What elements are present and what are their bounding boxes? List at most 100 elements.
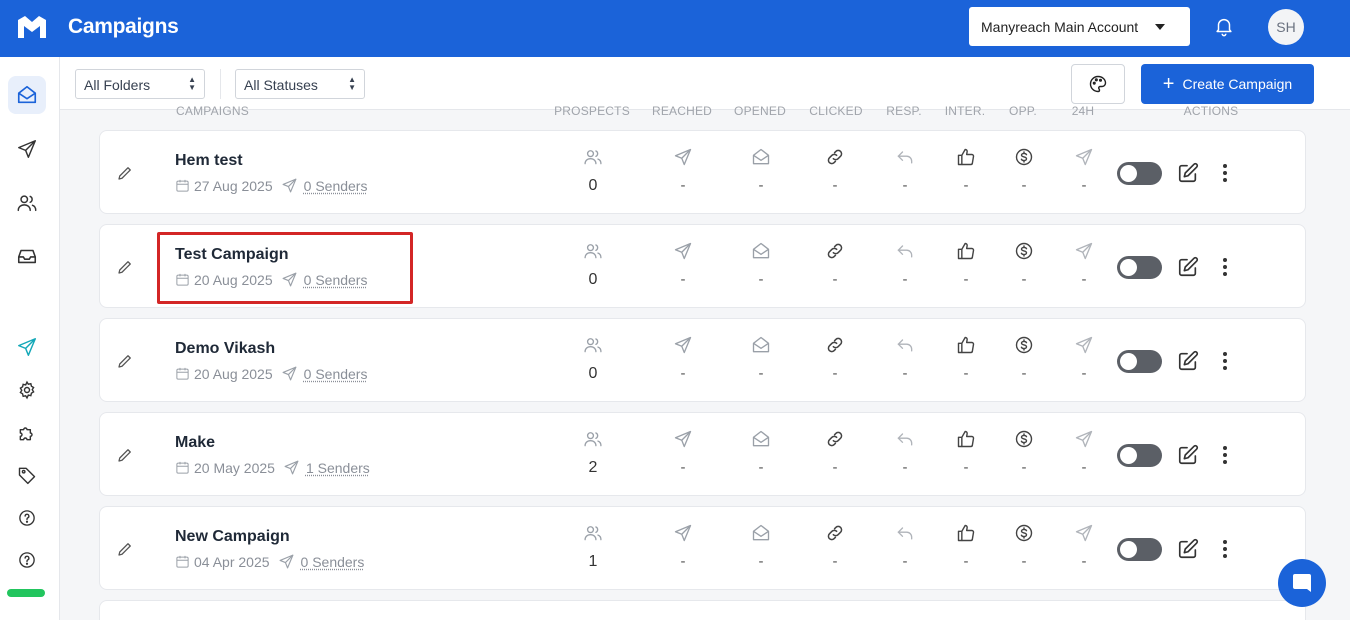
theme-button[interactable] [1071,64,1125,104]
campaign-senders[interactable]: 0 Senders [301,554,365,570]
metric-opened: - [759,365,764,382]
campaign-senders[interactable]: 1 Senders [306,460,370,476]
more-vertical-icon[interactable] [1215,256,1235,278]
campaign-date: 20 Aug 2025 [194,366,273,382]
send-icon [281,271,298,288]
reply-icon [895,335,915,355]
create-campaign-button[interactable]: + Create Campaign [1141,64,1314,104]
divider [220,69,221,99]
metric-h24: - [1082,553,1087,570]
metric-resp: - [903,553,908,570]
pencil-icon[interactable] [116,540,134,558]
metric-h24: - [1082,365,1087,382]
sidebar-item-inbox[interactable] [8,237,46,275]
campaign-toggle[interactable] [1117,444,1162,467]
campaign-toggle[interactable] [1117,162,1162,185]
campaign-card[interactable]: New Campaign 04 Apr 2025 0 Senders 1 - - - - - - - [99,506,1306,590]
campaign-senders[interactable]: 0 Senders [304,366,368,382]
campaign-name[interactable]: Demo Vikash [175,340,275,358]
campaign-card-partial[interactable] [99,600,1306,620]
campaign-name[interactable]: Hem test [175,152,243,170]
campaign-meta: 20 May 2025 1 Senders [175,459,370,476]
dollar-icon [1014,241,1034,261]
metric-reached: - [681,365,686,382]
send-icon [1074,147,1094,167]
campaign-card[interactable]: Test Campaign 20 Aug 2025 0 Senders 0 - - - - - -… [99,224,1306,308]
campaign-name[interactable]: Test Campaign [175,246,289,264]
campaign-name[interactable]: Make [175,434,215,452]
campaign-senders[interactable]: 0 Senders [304,178,368,194]
calendar-icon [175,366,190,381]
campaign-meta: 04 Apr 2025 0 Senders [175,553,364,570]
bell-icon[interactable] [1213,15,1235,37]
open-mail-icon [751,523,771,543]
edit-icon[interactable] [1177,162,1199,184]
sidebar-item-support[interactable] [8,541,46,579]
pencil-icon[interactable] [116,446,134,464]
metric-h24: - [1082,271,1087,288]
edit-icon[interactable] [1177,350,1199,372]
pencil-icon[interactable] [116,164,134,182]
campaign-card[interactable]: Hem test 27 Aug 2025 0 Senders 0 - - - - - - - [99,130,1306,214]
users-icon [583,523,603,543]
sidebar-item-tags[interactable] [8,456,46,494]
filter-bar: All Folders ▲ ▼ All Statuses ▲ ▼ + Create … [60,57,1350,110]
chat-button[interactable] [1278,559,1326,607]
campaign-toggle[interactable] [1117,538,1162,561]
metric-opp: - [1022,365,1027,382]
more-vertical-icon[interactable] [1215,538,1235,560]
more-vertical-icon[interactable] [1215,444,1235,466]
metric-clicked: - [833,177,838,194]
send-icon [283,459,300,476]
more-vertical-icon[interactable] [1215,162,1235,184]
campaign-toggle[interactable] [1117,256,1162,279]
calendar-icon [175,272,190,287]
metric-reached: - [681,459,686,476]
statuses-select[interactable]: All Statuses ▲ ▼ [235,69,365,99]
link-icon [825,147,845,167]
sidebar-item-warmup[interactable] [8,328,46,366]
sidebar-item-help[interactable] [8,499,46,537]
metric-inter: - [964,459,969,476]
link-icon [825,523,845,543]
edit-icon[interactable] [1177,538,1199,560]
toggle-knob [1120,165,1137,182]
metric-prospects: 0 [589,177,598,195]
send-icon [673,523,693,543]
manyreach-logo-icon[interactable] [16,14,48,42]
metric-prospects: 2 [589,459,598,477]
sidebar-item-settings[interactable] [8,371,46,409]
help-icon [18,509,36,527]
send-icon [281,177,298,194]
reply-icon [895,523,915,543]
campaign-toggle[interactable] [1117,350,1162,373]
more-vertical-icon[interactable] [1215,350,1235,372]
statuses-select-value: All Statuses [244,77,318,93]
account-selector[interactable]: Manyreach Main Account [969,7,1190,46]
edit-icon[interactable] [1177,444,1199,466]
campaign-card[interactable]: Demo Vikash 20 Aug 2025 0 Senders 0 - - - - - - - [99,318,1306,402]
edit-icon[interactable] [1177,256,1199,278]
send-icon [673,335,693,355]
sidebar-item-integrations[interactable] [8,414,46,452]
avatar[interactable]: SH [1268,9,1304,45]
thumbs-up-icon [956,335,976,355]
sidebar-item-prospects[interactable] [8,184,46,222]
send-icon [278,553,295,570]
open-mail-icon [751,429,771,449]
metric-clicked: - [833,553,838,570]
toggle-knob [1120,259,1137,276]
sidebar [0,57,60,620]
users-icon [583,241,603,261]
campaign-senders[interactable]: 0 Senders [304,272,368,288]
campaign-card[interactable]: Make 20 May 2025 1 Senders 2 - - - - - - - [99,412,1306,496]
pencil-icon[interactable] [116,352,134,370]
campaign-meta: 20 Aug 2025 0 Senders [175,365,367,382]
toggle-knob [1120,353,1137,370]
sidebar-item-send[interactable] [8,130,46,168]
folders-select[interactable]: All Folders ▲ ▼ [75,69,205,99]
sidebar-item-campaigns[interactable] [8,76,46,114]
metric-inter: - [964,553,969,570]
campaign-name[interactable]: New Campaign [175,528,290,546]
pencil-icon[interactable] [116,258,134,276]
